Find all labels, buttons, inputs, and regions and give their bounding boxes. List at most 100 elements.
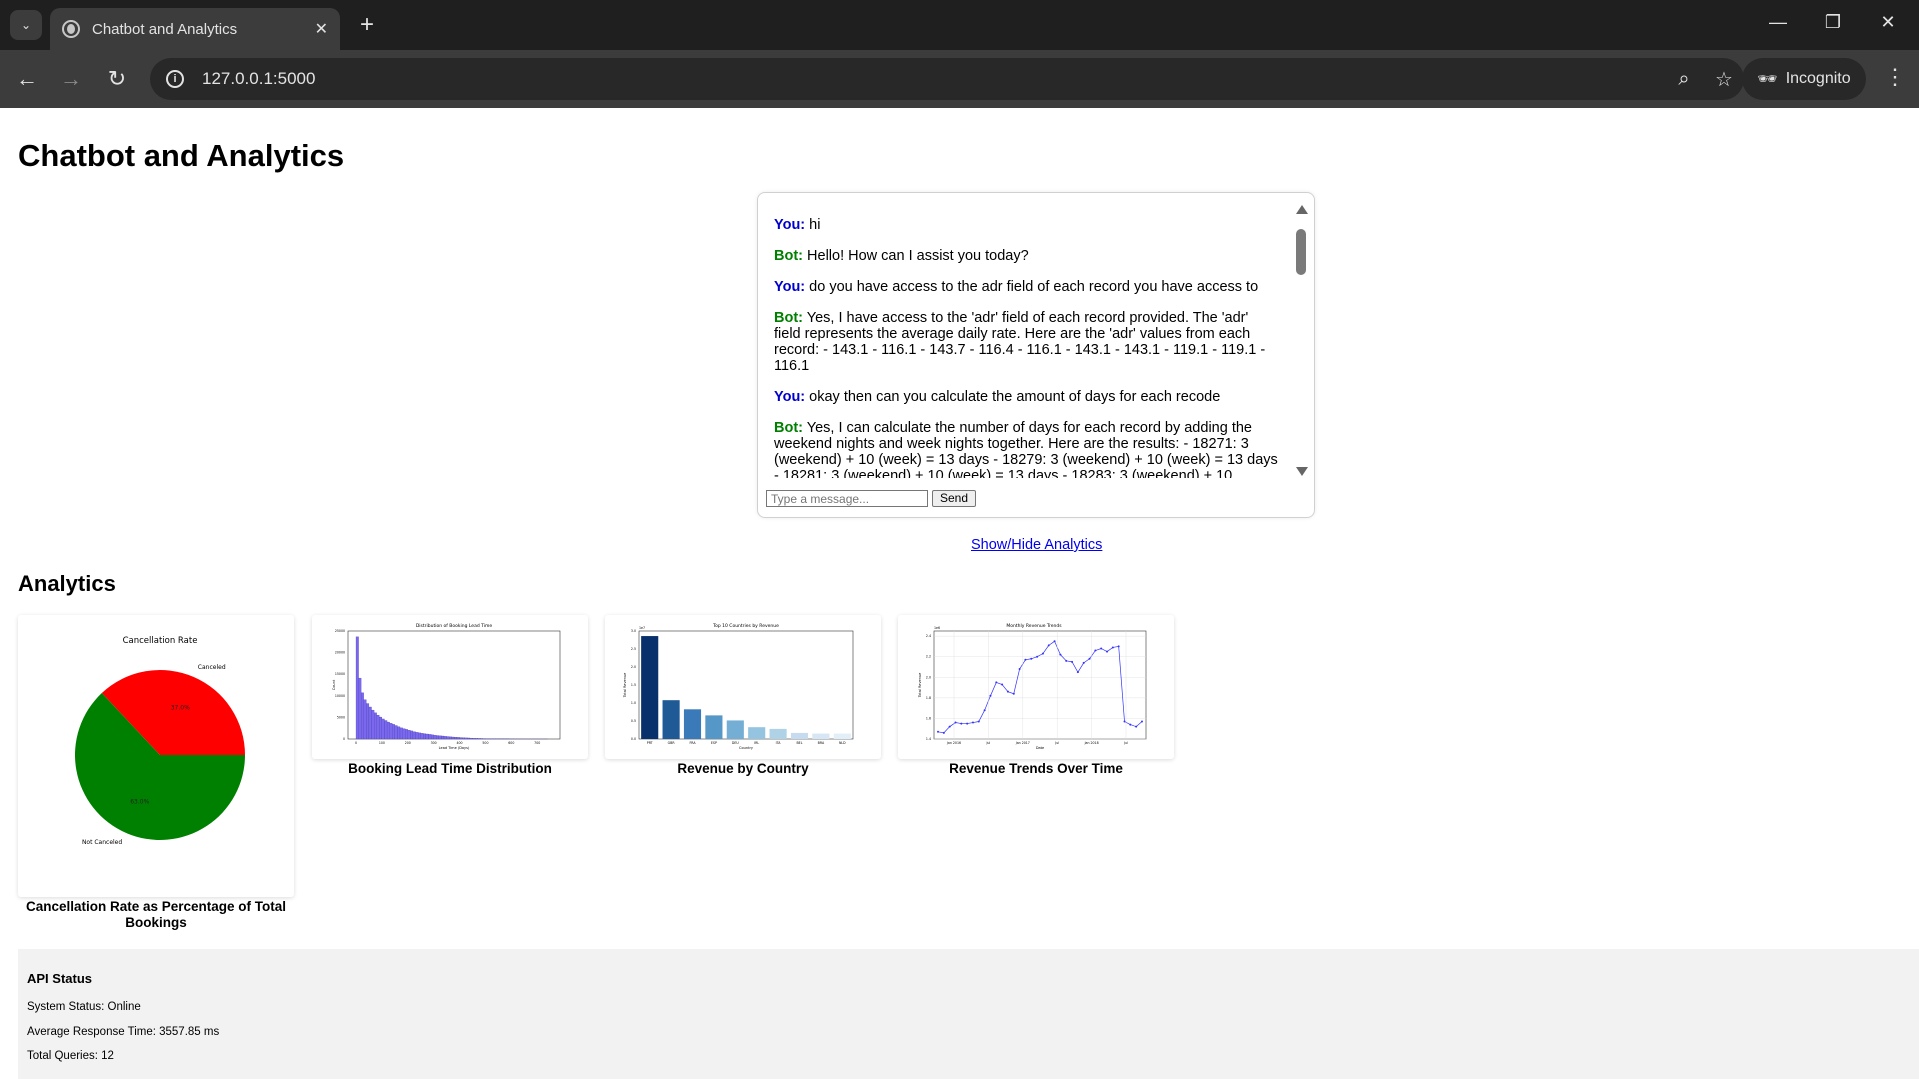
histogram-bar [467,737,471,740]
histogram-bar [392,724,395,740]
trend-point [1047,644,1050,647]
revenue-country-title: Top 10 Countries by Revenue [712,623,779,629]
new-tab-button[interactable]: + [352,10,382,40]
y-tick-label: 1.5 [631,683,636,687]
revenue-country-caption: Revenue by Country [677,761,809,776]
x-axis-label: Date [1036,746,1044,750]
api-status-panel: API Status System Status: Online Average… [18,949,1919,1079]
x-tick-label: 500 [482,741,488,745]
revenue-bar [726,720,744,739]
trend-point [1111,646,1114,649]
histogram-bar [472,738,476,740]
histogram-bar [358,677,362,740]
trend-point [1106,650,1109,653]
close-tab-icon[interactable]: ✕ [315,19,328,39]
histogram-bar [405,729,408,740]
chat-scrollbar[interactable] [1294,203,1308,478]
browser-tab[interactable]: Chatbot and Analytics ✕ [50,8,340,50]
trend-point [1024,658,1027,661]
scroll-up-icon[interactable] [1296,205,1308,214]
send-button[interactable]: Send [932,490,977,507]
histogram-bar [428,734,432,740]
zoom-icon[interactable]: ⌕ [1664,68,1704,91]
message-sender: You: [774,217,806,233]
x-tick-label: NLD [839,741,846,745]
scroll-down-icon[interactable] [1296,467,1308,476]
close-window-button[interactable]: ✕ [1873,12,1903,33]
message-sender: Bot: [774,248,803,264]
restore-button[interactable]: ❐ [1818,12,1848,33]
system-status-text: System Status: Online [27,1001,141,1013]
revenue-bar [705,715,723,739]
trend-point [1100,647,1103,650]
histogram-bar [443,736,447,740]
histogram-bar [386,721,390,740]
trend-point [1135,725,1138,728]
address-bar[interactable]: i 127.0.0.1:5000 ⌕ ☆ [150,58,1744,100]
pie-value-label: 63.0% [130,798,149,805]
histogram-bar [384,720,388,740]
site-info-icon[interactable]: i [166,70,184,88]
message-sender: Bot: [774,420,803,436]
trend-point [954,721,957,724]
cancellation-caption: Cancellation Rate as Percentage of Total… [25,899,287,930]
revenue-bar [790,732,809,739]
y-tick-label: 15000 [335,672,345,676]
trend-point [1018,668,1021,671]
bookmark-star-icon[interactable]: ☆ [1704,67,1744,92]
reload-button[interactable]: ↻ [102,64,132,94]
x-tick-label: 400 [457,741,463,745]
url-text[interactable]: 127.0.0.1:5000 [202,69,1664,89]
page-title: Chatbot and Analytics [18,138,345,173]
browser-menu-icon[interactable]: ⋮ [1880,64,1910,90]
trend-point [948,725,951,728]
message-text: hi [805,217,821,233]
x-tick-label: DEU [732,741,739,745]
y-unit-label: 1e7 [639,626,645,630]
histogram-bar [381,718,385,740]
pie-category-label: Not Canceled [82,839,122,846]
histogram-bar [433,735,437,740]
histogram-bar [423,733,426,740]
revenue-trend-caption: Revenue Trends Over Time [949,761,1123,776]
minimize-button[interactable]: — [1763,12,1793,33]
toggle-analytics-link[interactable]: Show/Hide Analytics [971,537,1102,553]
revenue-trend-title: Monthly Revenue Trends [1006,623,1062,629]
histogram-bar [438,735,442,740]
trend-point [1059,653,1062,656]
histogram-bar [407,730,411,740]
lead-time-histogram: Distribution of Booking Lead Time 050001… [332,623,561,750]
y-tick-label: 1.4 [926,737,931,741]
histogram-bar [397,726,401,740]
histogram-bar [451,736,455,740]
revenue-bar [812,733,830,739]
y-tick-label: 0 [343,737,345,741]
analytics-heading: Analytics [18,571,116,596]
message-input[interactable] [766,490,928,507]
histogram-bar [371,709,375,740]
histogram-bar [418,732,421,740]
histogram-bar [374,712,377,740]
histogram-bar [425,733,429,740]
forward-button[interactable]: → [56,64,86,94]
x-tick-label: Jan 2018 [1084,741,1099,745]
tab-search-button[interactable]: ⌄ [10,10,42,40]
x-tick-label: 700 [534,741,540,745]
chat-messages[interactable]: You: hi Bot: Hello! How can I assist you … [766,201,1308,478]
pie-category-label: Canceled [198,664,226,671]
x-tick-label: ITA [776,741,782,745]
back-button[interactable]: ← [12,64,42,94]
trend-point [1006,690,1009,693]
revenue-bar [662,700,680,739]
histogram-bar [462,737,465,740]
scroll-thumb[interactable] [1296,229,1306,275]
chat-message: You: do you have access to the adr field… [774,279,1278,295]
histogram-bar [402,728,406,740]
trend-point [1012,692,1015,695]
x-tick-label: 200 [405,741,411,745]
histogram-bar [368,706,372,740]
incognito-badge[interactable]: 🕶 Incognito [1742,58,1866,100]
histogram-bar [412,731,416,740]
trend-point [1071,660,1074,663]
x-tick-label: 600 [508,741,514,745]
